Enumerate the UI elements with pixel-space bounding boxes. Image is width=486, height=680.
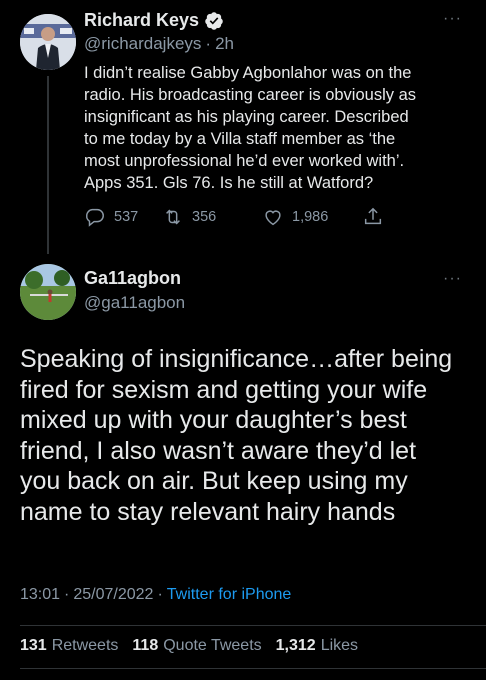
tweet2-author[interactable]: Ga11agbon [84,268,181,289]
tweet2-date[interactable]: 25/07/2022 [73,586,153,604]
likes-stat[interactable]: 1,312 Likes [276,637,358,655]
tweet1-handle[interactable]: @richardajkeys [84,34,201,54]
share-button[interactable] [362,206,384,228]
tweet2-handle[interactable]: @ga11agbon [84,293,185,313]
reply-icon [86,208,104,227]
share-icon [364,207,382,225]
quote-tweets-stat[interactable]: 118 Quote Tweets [132,637,261,655]
tweet1-time[interactable]: 2h [215,34,234,54]
tweet2-time[interactable]: 13:01 [20,586,60,604]
thread-connector-line [47,76,49,254]
reply-count: 537 [114,209,139,225]
like-count: 1,986 [292,209,329,225]
retweet-icon [166,209,180,225]
tweet1-display-name[interactable]: Richard Keys [84,10,199,31]
retweets-label: Retweets [51,637,119,654]
verified-badge-icon [204,11,224,31]
tweet1-author[interactable]: Richard Keys [84,10,224,31]
retweets-count: 131 [20,637,47,654]
avatar-richard-keys[interactable] [20,14,76,70]
tweet2-meta: 13:01 · 25/07/2022 · Twitter for iPhone [20,586,291,604]
avatar-ga11agbon[interactable] [20,264,76,320]
tweet2-separator: · [64,586,70,603]
reply-button[interactable]: 537 [84,206,162,228]
quote-tweets-count: 118 [132,637,159,654]
tweet1-text: I didn’t realise Gabby Agbonlahor was on… [84,64,416,192]
retweet-count: 356 [192,209,217,225]
tweet2-stats: 131 Retweets 118 Quote Tweets 1,312 Likes [20,637,372,655]
tweet2-source-link[interactable]: Twitter for iPhone [167,586,292,604]
tweet1-separator: · [205,34,212,53]
tweet1-meta: @richardajkeys · 2h [84,34,234,54]
likes-label: Likes [320,637,359,654]
like-button[interactable]: 1,986 [262,206,362,228]
divider [20,625,486,626]
tweet2-separator-2: · [157,586,163,603]
tweet1-more-icon[interactable]: ··· [443,10,462,28]
tweet2-more-icon[interactable]: ··· [443,270,462,288]
quote-tweets-label: Quote Tweets [163,637,262,654]
divider [20,668,486,669]
tweet2-text: Speaking of insignificance…after being f… [20,345,453,526]
tweet2-display-name[interactable]: Ga11agbon [84,268,181,289]
retweet-button[interactable]: 356 [162,206,262,228]
retweets-stat[interactable]: 131 Retweets [20,637,118,655]
tweet1-actions: 537 356 1,986 [84,206,384,228]
likes-count: 1,312 [275,637,316,654]
like-icon [265,210,281,226]
